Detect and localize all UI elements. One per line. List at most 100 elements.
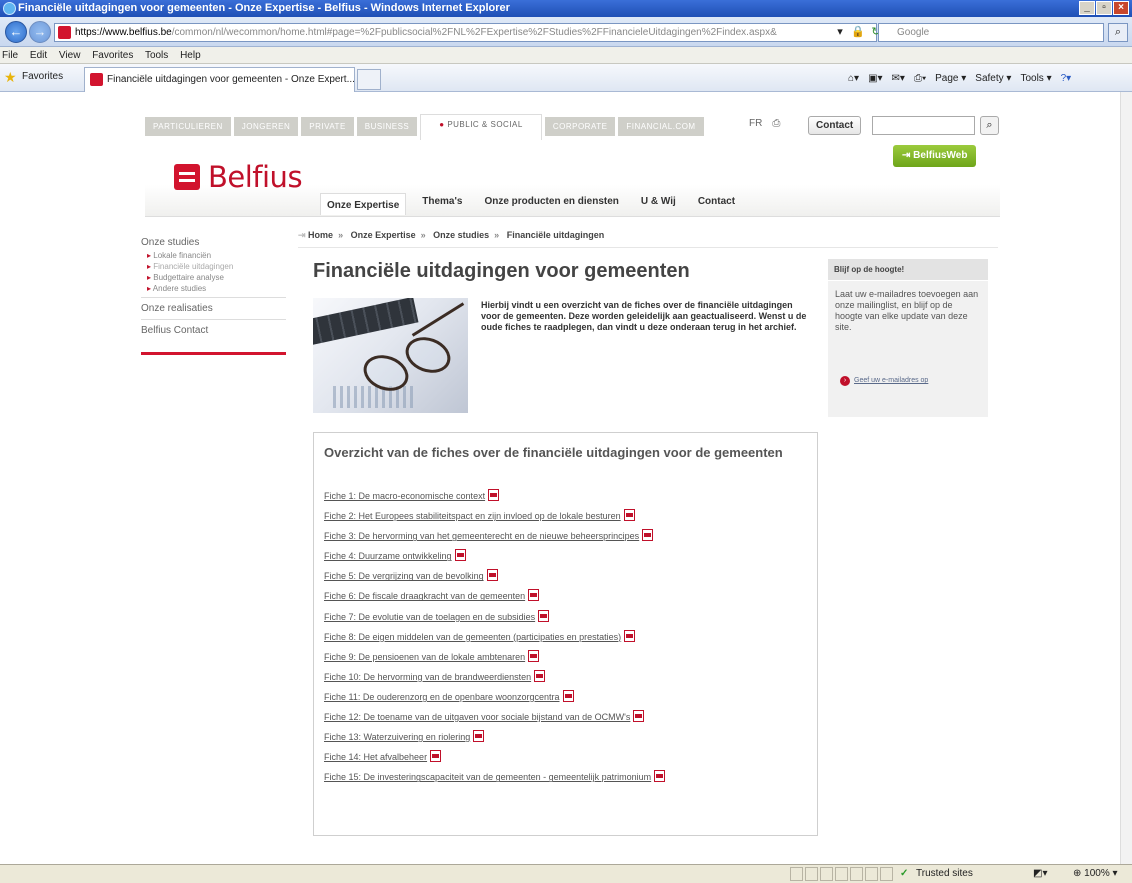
menu-tools[interactable]: Tools bbox=[145, 50, 168, 61]
back-arrow-icon[interactable]: ← bbox=[5, 21, 27, 43]
browser-tab[interactable]: Financiële uitdagingen voor gemeenten - … bbox=[84, 67, 355, 92]
pdf-icon[interactable] bbox=[538, 609, 550, 622]
sidebar-onze-realisaties[interactable]: Onze realisaties bbox=[141, 301, 286, 316]
nav-jongeren[interactable]: JONGEREN bbox=[233, 117, 299, 136]
pdf-icon[interactable] bbox=[654, 770, 666, 783]
address-toolbar: ← → https://www.belfius.be/common/nl/wec… bbox=[0, 17, 1132, 47]
fiche-link[interactable]: Fiche 2: Het Europees stabiliteitspact e… bbox=[324, 511, 621, 521]
fiche-link[interactable]: Fiche 9: De pensioenen van de lokale amb… bbox=[324, 652, 525, 662]
divider bbox=[298, 247, 998, 248]
pdf-icon[interactable] bbox=[430, 750, 442, 763]
vertical-scrollbar[interactable] bbox=[1120, 92, 1132, 864]
site-search-icon[interactable]: ⌕ bbox=[980, 116, 999, 135]
belfius-logo[interactable]: Belfius bbox=[174, 160, 303, 194]
breadcrumb-expertise[interactable]: Onze Expertise bbox=[351, 230, 416, 240]
nav-private[interactable]: PRIVATE bbox=[301, 117, 354, 136]
menu-edit[interactable]: Edit bbox=[30, 50, 47, 61]
pdf-icon[interactable] bbox=[528, 589, 540, 602]
feeds-icon[interactable]: ▣▾ bbox=[868, 72, 882, 86]
nav-corporate[interactable]: CORPORATE bbox=[544, 117, 616, 136]
sidebar-item-andere-studies[interactable]: Andere studies bbox=[141, 283, 286, 294]
breadcrumb-studies[interactable]: Onze studies bbox=[433, 230, 489, 240]
intro-text: Hierbij vindt u een overzicht van de fic… bbox=[481, 300, 807, 332]
page-menu[interactable]: Page ▾ bbox=[935, 72, 966, 86]
belfiusweb-button[interactable]: ⇥ BelfiusWeb bbox=[893, 145, 977, 167]
security-zone[interactable]: ✓ Trusted sites bbox=[898, 865, 973, 883]
fiche-link[interactable]: Fiche 1: De macro-economische context bbox=[324, 491, 485, 501]
tools-menu[interactable]: Tools ▾ bbox=[1020, 72, 1051, 86]
sidebar-item-budgettaire-analyse[interactable]: Budgettaire analyse bbox=[141, 272, 286, 283]
sidebar-onze-studies[interactable]: Onze studies bbox=[141, 235, 286, 250]
list-item: Fiche 2: Het Europees stabiliteitspact e… bbox=[324, 509, 665, 529]
sidebar-belfius-contact[interactable]: Belfius Contact bbox=[141, 323, 286, 338]
fiche-link[interactable]: Fiche 8: De eigen middelen van de gemeen… bbox=[324, 632, 621, 642]
maximize-button[interactable]: ▫ bbox=[1096, 1, 1112, 15]
fiche-link[interactable]: Fiche 13: Waterzuivering en riolering bbox=[324, 732, 470, 742]
pdf-icon[interactable] bbox=[642, 529, 654, 542]
list-item: Fiche 6: De fiscale draagkracht van de g… bbox=[324, 589, 665, 609]
print-page-icon[interactable]: ⎙ bbox=[772, 118, 780, 129]
help-icon[interactable]: ?▾ bbox=[1061, 72, 1072, 86]
menu-file[interactable]: File bbox=[2, 50, 18, 61]
glasses-stem-shape bbox=[411, 302, 465, 337]
close-button[interactable]: × bbox=[1113, 1, 1129, 15]
dropdown-icon[interactable]: ▾ bbox=[833, 25, 847, 39]
address-bar[interactable]: https://www.belfius.be/common/nl/wecommo… bbox=[54, 23, 877, 42]
forward-arrow-icon[interactable]: → bbox=[29, 21, 51, 43]
pdf-icon[interactable] bbox=[473, 730, 485, 743]
mainnav-producten[interactable]: Onze producten en diensten bbox=[484, 196, 618, 215]
safety-menu[interactable]: Safety ▾ bbox=[975, 72, 1011, 86]
fiche-link[interactable]: Fiche 11: De ouderenzorg en de openbare … bbox=[324, 692, 560, 702]
pdf-icon[interactable] bbox=[528, 649, 540, 662]
menu-help[interactable]: Help bbox=[180, 50, 201, 61]
pdf-icon[interactable] bbox=[454, 549, 466, 562]
mail-icon[interactable]: ✉▾ bbox=[892, 72, 905, 86]
lang-fr-link[interactable]: FR bbox=[749, 118, 762, 129]
zoom-control[interactable]: ⊕ 100% ▾ bbox=[1073, 865, 1118, 883]
fiche-link[interactable]: Fiche 5: De vergrijzing van de bevolking bbox=[324, 571, 484, 581]
mainnav-u-en-wij[interactable]: U & Wij bbox=[641, 196, 676, 215]
fiche-link[interactable]: Fiche 12: De toename van de uitgaven voo… bbox=[324, 712, 630, 722]
protected-mode-icon[interactable]: ◩▾ bbox=[1033, 865, 1047, 883]
fiche-link[interactable]: Fiche 6: De fiscale draagkracht van de g… bbox=[324, 591, 525, 601]
minimize-button[interactable]: _ bbox=[1079, 1, 1095, 15]
nav-business[interactable]: BUSINESS bbox=[356, 117, 418, 136]
search-icon[interactable]: ⌕ bbox=[1108, 23, 1128, 42]
print-icon[interactable]: ⎙▾ bbox=[914, 72, 926, 86]
pdf-icon[interactable] bbox=[623, 509, 635, 522]
sidebar-item-financiele-uitdagingen[interactable]: Financiële uitdagingen bbox=[141, 261, 286, 272]
pdf-icon[interactable] bbox=[488, 489, 500, 501]
pdf-icon[interactable] bbox=[624, 629, 636, 642]
fiche-link[interactable]: Fiche 3: De hervorming van het gemeenter… bbox=[324, 531, 639, 541]
lock-icon[interactable]: 🔒 bbox=[851, 25, 865, 39]
pdf-icon[interactable] bbox=[534, 669, 546, 682]
fiche-link[interactable]: Fiche 14: Het afvalbeheer bbox=[324, 752, 427, 762]
fiche-link[interactable]: Fiche 7: De evolutie van de toelagen en … bbox=[324, 612, 535, 622]
nav-financial-com[interactable]: FINANCIAL.COM bbox=[618, 117, 704, 136]
fiche-link[interactable]: Fiche 4: Duurzame ontwikkeling bbox=[324, 551, 452, 561]
fiche-link[interactable]: Fiche 15: De investeringscapaciteit van … bbox=[324, 772, 651, 782]
menu-view[interactable]: View bbox=[59, 50, 81, 61]
breadcrumb-home[interactable]: Home bbox=[308, 230, 333, 240]
browser-search-input[interactable]: Google bbox=[878, 23, 1104, 42]
nav-public-social[interactable]: PUBLIC & SOCIAL bbox=[420, 114, 542, 140]
pdf-icon[interactable] bbox=[633, 710, 645, 723]
divider bbox=[141, 319, 286, 320]
mainnav-themas[interactable]: Thema's bbox=[422, 196, 462, 215]
menu-favorites[interactable]: Favorites bbox=[92, 50, 133, 61]
mainnav-onze-expertise[interactable]: Onze Expertise bbox=[320, 193, 407, 215]
mainnav-contact[interactable]: Contact bbox=[698, 196, 735, 215]
nav-particulieren[interactable]: PARTICULIEREN bbox=[145, 117, 231, 136]
sidebar-item-lokale-financien[interactable]: Lokale financiën bbox=[141, 250, 286, 261]
list-item: Fiche 15: De investeringscapaciteit van … bbox=[324, 770, 666, 790]
pdf-icon[interactable] bbox=[486, 569, 498, 582]
new-tab-button[interactable] bbox=[357, 69, 381, 90]
contact-button[interactable]: Contact bbox=[808, 116, 862, 135]
newsletter-link[interactable]: › Geef uw e-mailadres op bbox=[840, 376, 928, 386]
pdf-icon[interactable] bbox=[562, 689, 574, 702]
favorites-button[interactable]: ★ Favorites bbox=[4, 70, 63, 84]
home-icon[interactable]: ⌂▾ bbox=[848, 72, 859, 86]
fiche-link[interactable]: Fiche 10: De hervorming van de brandweer… bbox=[324, 672, 531, 682]
site-search-input[interactable] bbox=[872, 116, 975, 135]
fiches-heading: Overzicht van de fiches over de financië… bbox=[324, 445, 783, 460]
